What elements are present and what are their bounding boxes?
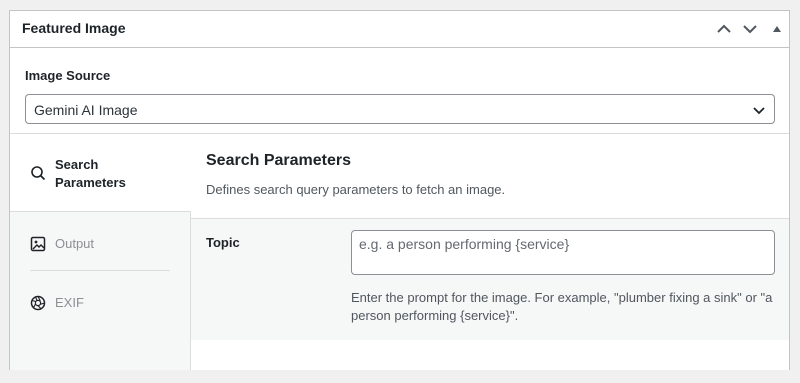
triangle-up-icon[interactable] [767,19,787,39]
tab-search-parameters[interactable]: Search Parameters [10,134,191,212]
tab-divider [30,270,170,271]
topic-help-text: Enter the prompt for the image. For exam… [351,290,773,323]
search-icon [30,165,46,186]
image-icon [30,236,46,257]
topic-field-row: Topic Enter the prompt for the image. Fo… [191,218,789,340]
tab-output[interactable]: Output [10,229,191,259]
aperture-icon [30,295,46,316]
topic-input[interactable] [351,230,775,275]
panel-title: Featured Image [22,20,126,36]
section-description: Defines search query parameters to fetch… [206,182,506,197]
chevron-up-icon[interactable] [714,19,734,39]
tab-search-parameters-label: Search Parameters [55,157,126,190]
tab-exif[interactable]: EXIF [10,288,191,318]
panel-header: Featured Image [10,11,789,48]
topic-label: Topic [206,235,240,250]
featured-image-panel: Featured Image Image Source Gemini AI Im… [9,10,790,370]
section-title: Search Parameters [206,152,351,169]
image-source-value: Gemini AI Image [34,102,138,118]
tab-output-label: Output [55,236,95,251]
image-source-label: Image Source [25,68,111,83]
image-source-select[interactable]: Gemini AI Image [25,94,775,124]
tab-exif-label: EXIF [55,295,84,310]
chevron-down-icon [752,104,766,122]
tab-list: Search Parameters Output EXIF [10,133,191,370]
tab-content: Search Parameters Defines search query p… [191,133,789,370]
chevron-down-icon[interactable] [740,19,760,39]
